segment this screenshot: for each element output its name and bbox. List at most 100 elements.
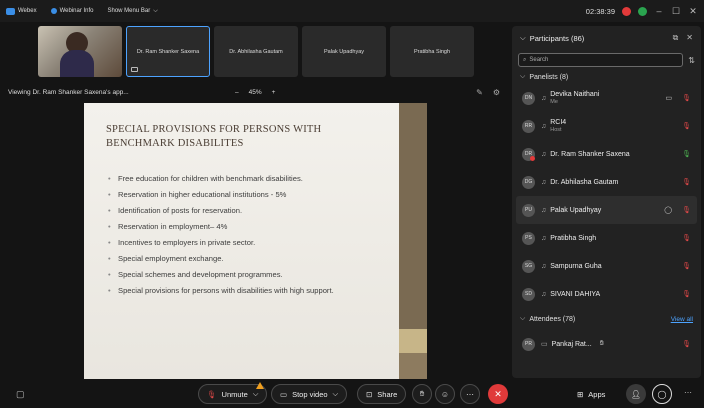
chevron-down-icon: ⌵ <box>520 315 526 322</box>
show-menu-bar-label: Show Menu Bar <box>107 8 151 14</box>
webinar-info-label: Webinar Info <box>59 8 94 14</box>
headset-icon: ♫ <box>541 234 547 242</box>
leave-meeting-button[interactable]: ✕ <box>488 384 508 404</box>
headset-icon: ♫ <box>541 150 547 158</box>
participant-name: Sampurna Guha <box>550 262 602 270</box>
mic-muted-icon[interactable]: 🎙︎ <box>682 122 691 130</box>
attendees-section-header[interactable]: ⌵ Attendees (78) View all <box>512 312 701 326</box>
chat-icon[interactable]: ▢ <box>16 389 25 400</box>
participant-row[interactable]: SG ♫ Sampurna Guha 🎙︎ <box>512 252 701 280</box>
raise-hand-button[interactable]: ✋︎ <box>412 384 432 404</box>
more-panels-icon[interactable]: ⋯ <box>684 388 692 397</box>
security-shield-icon[interactable] <box>638 6 647 16</box>
slide-accent-strip <box>399 329 427 353</box>
close-window-button[interactable]: ✕ <box>688 6 698 17</box>
video-tile[interactable]: Palak Upadhyay <box>302 26 386 77</box>
webex-logo-icon <box>6 7 15 15</box>
chevron-down-icon: ⌵ <box>520 73 526 80</box>
chevron-down-icon[interactable]: ⌵ <box>253 389 259 399</box>
more-options-button[interactable]: ⋯ <box>460 384 480 404</box>
minimize-button[interactable]: – <box>654 6 664 16</box>
chat-bubble-icon: ◯ <box>657 389 667 399</box>
video-tile-active-speaker[interactable]: Dr. Ram Shanker Saxena <box>126 26 210 77</box>
close-panel-icon[interactable]: ✕ <box>686 33 693 43</box>
video-tile-self[interactable] <box>38 26 122 77</box>
webex-menu[interactable]: Webex <box>6 7 37 15</box>
mic-muted-icon[interactable]: 🎙︎ <box>682 206 691 214</box>
hand-icon: ✋︎ <box>419 389 425 398</box>
attendee-row[interactable]: PR ▭ Pankaj Rat... ✋︎ 🎙︎ <box>512 330 701 358</box>
avatar: SG <box>522 259 535 273</box>
more-icon: ⋯ <box>466 389 474 399</box>
sort-icon[interactable]: ⇅ <box>688 56 695 65</box>
zoom-out-button[interactable]: – <box>235 89 239 96</box>
participant-role: Host <box>550 127 562 133</box>
raise-hand-icon: ✋︎ <box>599 340 604 347</box>
mic-muted-icon[interactable]: 🎙︎ <box>682 262 691 270</box>
camera-icon[interactable]: ▭ <box>665 94 672 102</box>
video-tile[interactable]: Pratibha Singh <box>390 26 474 77</box>
participants-header: ⌵ Participants (86) ⧉ ✕ <box>512 26 701 50</box>
chevron-down-icon[interactable]: ⌵ <box>520 33 526 43</box>
mic-active-icon[interactable]: 🎙︎ <box>682 150 691 158</box>
chevron-down-icon[interactable]: ⌵ <box>333 389 339 399</box>
mic-muted-icon[interactable]: 🎙︎ <box>682 234 691 242</box>
tile-name: Dr. Abhilasha Gautam <box>229 48 283 55</box>
avatar: PR <box>522 337 535 351</box>
mic-muted-icon[interactable]: 🎙︎ <box>682 290 691 298</box>
participant-row[interactable]: PS ♫ Pratibha Singh 🎙︎ <box>512 224 701 252</box>
annotate-icon[interactable]: ✎ <box>476 88 483 97</box>
zoom-in-button[interactable]: + <box>272 89 276 96</box>
presenting-status-icon <box>530 156 535 161</box>
avatar: SD <box>522 287 535 301</box>
slide-bullet: Free education for children with benchma… <box>106 171 377 187</box>
apps-button[interactable]: ⊞ Apps <box>577 384 605 404</box>
settings-icon[interactable]: ⚙ <box>493 88 500 97</box>
view-all-link[interactable]: View all <box>671 316 693 323</box>
participant-row[interactable]: SD ♫ SIVANI DAHIYA 🎙︎ <box>512 280 701 308</box>
participant-role: Me <box>550 99 558 105</box>
participants-button[interactable]: 👤︎ <box>626 384 646 404</box>
close-icon: ✕ <box>494 388 502 399</box>
mic-muted-icon[interactable]: 🎙︎ <box>682 340 691 348</box>
panelists-section-header[interactable]: ⌵ Panelists (8) <box>512 70 701 84</box>
avatar: DN <box>522 91 535 105</box>
share-button[interactable]: ⊡ Share <box>357 384 407 404</box>
headset-icon: ♫ <box>541 178 547 186</box>
chat-bubble-icon[interactable]: ◯ <box>664 206 672 214</box>
participant-name: Dr. Abhilasha Gautam <box>550 178 619 186</box>
participant-row[interactable]: RR ♫ RCI4 Host 🎙︎ <box>512 112 701 140</box>
share-label: Share <box>377 389 398 399</box>
participant-row[interactable]: DN ♫ Devika Naithani Me ▭ 🎙︎ <box>512 84 701 112</box>
slide-accent-strip <box>399 353 427 379</box>
panelists-label: Panelists (8) <box>529 73 569 81</box>
recording-icon[interactable] <box>622 6 631 16</box>
zoom-controls: – 45% + <box>235 89 275 96</box>
webinar-info-button[interactable]: Webinar Info <box>50 8 94 14</box>
tile-name: Palak Upadhyay <box>323 48 365 55</box>
show-menu-bar-button[interactable]: Show Menu Bar ⌵ <box>108 8 158 15</box>
video-tile[interactable]: Dr. Abhilasha Gautam <box>214 26 298 77</box>
mic-muted-icon[interactable]: 🎙︎ <box>682 178 691 186</box>
tile-name: Pratibha Singh <box>413 48 451 55</box>
participant-search-input[interactable]: ⌕ Search <box>518 53 684 67</box>
stop-video-button[interactable]: ▭ Stop video ⌵ <box>271 384 348 404</box>
apps-label: Apps <box>588 389 606 399</box>
slide-bullet-list: Free education for children with benchma… <box>106 171 377 299</box>
apps-icon: ⊞ <box>577 389 584 399</box>
slide-title: Special Provisions for Persons with Benc… <box>106 124 322 149</box>
chat-button[interactable]: ◯ <box>652 384 672 404</box>
participant-name: SIVANI DAHIYA <box>550 290 601 298</box>
participant-row[interactable]: DG ♫ Dr. Abhilasha Gautam 🎙︎ <box>512 168 701 196</box>
participant-name: Pratibha Singh <box>550 234 597 242</box>
participant-row[interactable]: DR ♫ Dr. Ram Shanker Saxena 🎙︎ <box>512 140 701 168</box>
reactions-button[interactable]: ☺ <box>435 384 455 404</box>
attendees-label: Attendees (78) <box>529 315 576 323</box>
maximize-button[interactable]: ☐ <box>671 6 681 17</box>
slide-bullet: Special schemes and development programm… <box>106 267 377 283</box>
mic-muted-icon[interactable]: 🎙︎ <box>682 94 691 102</box>
popout-icon[interactable]: ⧉ <box>673 33 679 43</box>
headset-icon: ♫ <box>541 290 547 298</box>
participant-row-hovered[interactable]: PU ♫ Palak Upadhyay ◯ 🎙︎ <box>516 196 697 224</box>
headset-icon: ♫ <box>541 122 547 130</box>
